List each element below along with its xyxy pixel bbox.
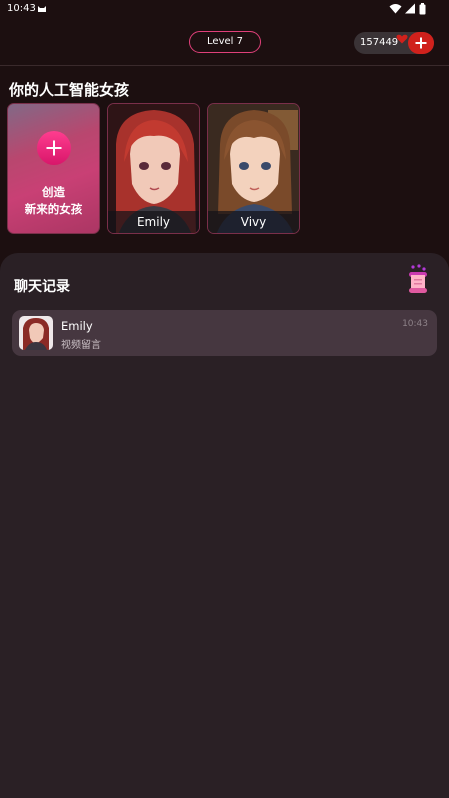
status-bar: 10:43 xyxy=(0,0,449,20)
create-girl-card[interactable]: 创造 新来的女孩 xyxy=(7,103,100,234)
chat-message-preview: 视频留言 xyxy=(61,340,101,351)
top-bar: Level 7 157449 xyxy=(0,22,449,66)
battery-icon xyxy=(419,3,426,15)
level-badge[interactable]: Level 7 xyxy=(189,31,261,53)
create-card-label: 创造 新来的女孩 xyxy=(8,184,99,218)
character-card-emily[interactable]: Emily xyxy=(107,103,200,234)
character-card-vivy[interactable]: Vivy xyxy=(207,103,300,234)
heart-coin-icon xyxy=(396,34,408,44)
signal-icon xyxy=(405,3,415,14)
chat-contact-name: Emily xyxy=(61,319,93,333)
chat-timestamp: 10:43 xyxy=(402,319,428,329)
plus-icon xyxy=(415,37,427,49)
status-icons xyxy=(389,3,429,15)
avatar xyxy=(19,316,53,350)
create-card-label-line: 创造 xyxy=(42,185,65,199)
create-plus-button[interactable] xyxy=(37,131,71,165)
add-coins-button[interactable] xyxy=(408,32,434,54)
character-name: Emily xyxy=(108,211,199,233)
character-name: Vivy xyxy=(208,211,299,233)
plus-icon xyxy=(46,140,62,156)
scroll-icon[interactable] xyxy=(404,263,432,295)
chat-list-item[interactable]: Emily 视频留言 10:43 xyxy=(12,310,437,356)
coins-count: 157449 xyxy=(360,37,399,48)
create-card-label-line: 新来的女孩 xyxy=(24,202,83,216)
cat-app-icon xyxy=(38,6,46,12)
status-time: 10:43 xyxy=(7,3,36,14)
chat-history-panel: 聊天记录 Emily 视频留言 10:43 xyxy=(0,253,449,798)
wifi-icon xyxy=(389,4,402,14)
section-title: 你的人工智能女孩 xyxy=(9,81,130,99)
chat-history-title: 聊天记录 xyxy=(14,279,70,295)
